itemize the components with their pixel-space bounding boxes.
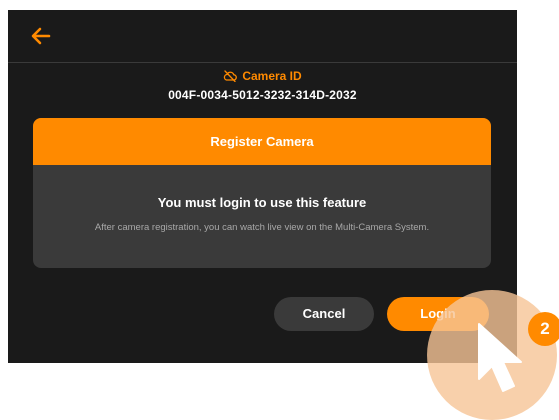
- camera-id-row: Camera ID: [8, 68, 517, 84]
- mouse-pointer-icon: [478, 323, 522, 392]
- camera-id-label: Camera ID: [242, 69, 302, 83]
- dialog-message-description: After camera registration, you can watch…: [94, 222, 430, 233]
- back-button[interactable]: [26, 21, 56, 51]
- arrow-left-icon: [31, 27, 51, 45]
- app-screen: Camera ID 004F-0034-5012-3232-314D-2032 …: [8, 10, 517, 363]
- cancel-button[interactable]: Cancel: [274, 297, 374, 331]
- cloud-offline-icon: [224, 70, 238, 83]
- camera-serial: 004F-0034-5012-3232-314D-2032: [168, 88, 357, 102]
- dialog-header: Register Camera: [33, 118, 491, 165]
- top-bar: [8, 10, 517, 63]
- step-badge: 2: [528, 312, 559, 346]
- register-camera-dialog: Register Camera You must login to use th…: [33, 118, 491, 268]
- dialog-message-title: You must login to use this feature: [157, 195, 367, 210]
